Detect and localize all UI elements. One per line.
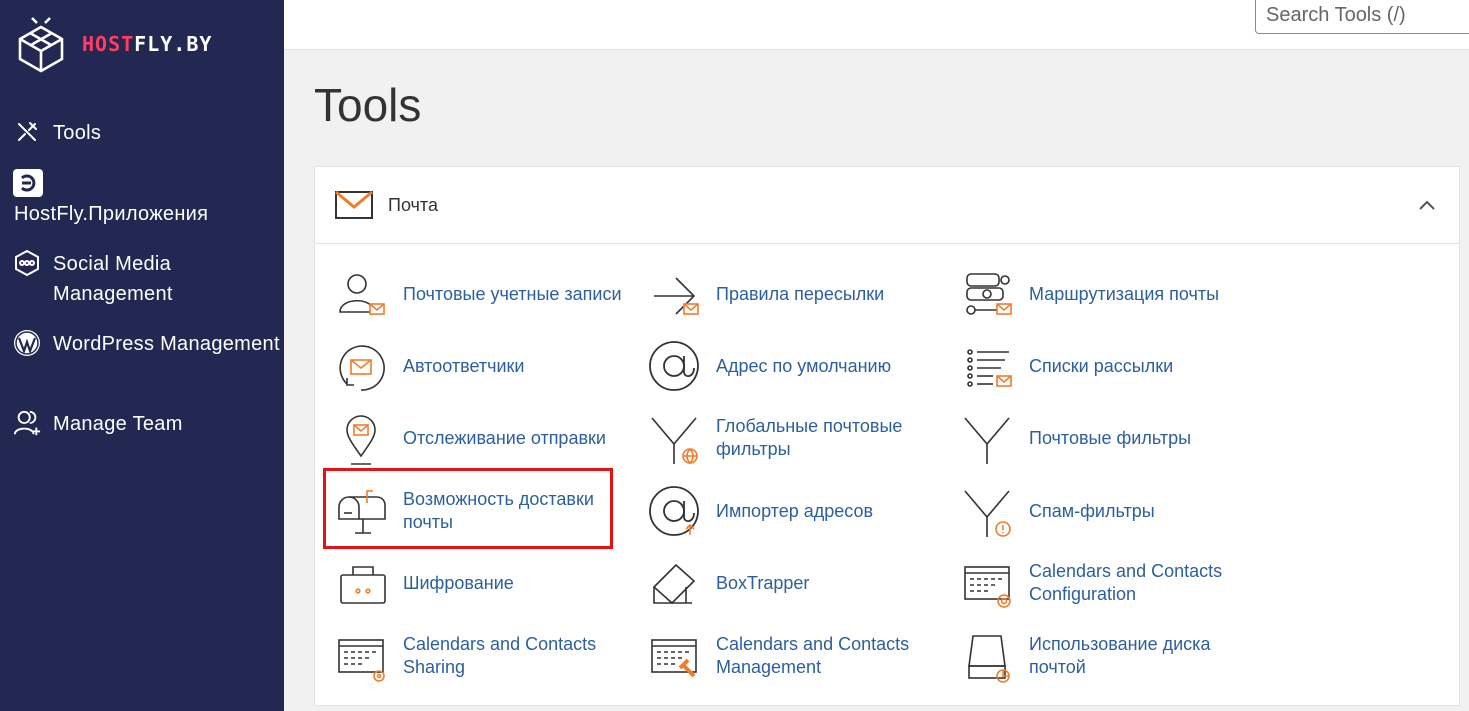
team-icon <box>13 409 41 437</box>
tool-label: Автоответчики <box>403 355 525 376</box>
boxtrapper-icon <box>644 553 704 613</box>
tool-label: Импортер адресов <box>716 500 874 521</box>
sidebar-item-tools[interactable]: Tools <box>0 118 284 148</box>
tool-label: Спам-фильтры <box>1029 500 1155 521</box>
calendar-sharing-icon <box>331 626 391 686</box>
sidebar-item-label: Tools <box>53 122 102 144</box>
tool-global-filters[interactable]: Глобальные почтовые фильтры <box>644 408 936 468</box>
tool-label: Адрес по умолчанию <box>716 355 892 376</box>
forwarders-icon <box>644 264 704 324</box>
logo-cube-icon <box>18 17 64 73</box>
social-icon <box>13 249 41 277</box>
email-deliverability-icon <box>331 481 391 541</box>
search-input[interactable] <box>1255 0 1469 34</box>
tool-label: Правила пересылки <box>716 283 885 304</box>
tools-icon <box>13 118 41 146</box>
tool-label: Списки рассылки <box>1029 355 1174 376</box>
tool-label: Calendars and Contacts Configuration <box>1029 561 1223 604</box>
tool-label: BoxTrapper <box>716 572 810 593</box>
tool-calendar-config[interactable]: Calendars and Contacts Configuration <box>957 553 1249 613</box>
email-filters-icon <box>957 408 1017 468</box>
email-accounts-icon <box>331 264 391 324</box>
sidebar: HOSTFLY.BY Tools HostFly.Приложения Soci… <box>0 0 284 711</box>
tool-label: Глобальные почтовые фильтры <box>716 416 903 459</box>
sidebar-item-wordpress[interactable]: WordPress Management <box>0 329 284 359</box>
tool-track-delivery[interactable]: Отслеживание отправки <box>331 408 623 468</box>
wordpress-icon <box>13 329 41 357</box>
tool-address-importer[interactable]: Импортер адресов <box>644 481 936 541</box>
tool-label: Calendars and Contacts Sharing <box>403 634 597 677</box>
tool-forwarders[interactable]: Правила пересылки <box>644 264 936 324</box>
address-importer-icon <box>644 481 704 541</box>
envelope-icon <box>335 190 373 219</box>
autoresponders-icon <box>331 336 391 396</box>
sidebar-item-apps[interactable]: HostFly.Приложения <box>14 199 208 229</box>
brand-logo[interactable]: HOSTFLY.BY <box>12 14 274 74</box>
section-header[interactable]: Почта <box>315 167 1459 244</box>
global-filters-icon <box>644 408 704 468</box>
tool-mailing-lists[interactable]: Списки рассылки <box>957 336 1249 396</box>
tool-label: Почтовые фильтры <box>1029 427 1192 448</box>
calendar-management-icon <box>644 626 704 686</box>
default-address-icon <box>644 336 704 396</box>
tool-email-deliverability[interactable]: Возможность доставки почты <box>331 481 623 541</box>
tool-disk-usage[interactable]: Использование диска почтой <box>957 626 1249 686</box>
top-bar <box>284 0 1469 50</box>
tool-email-routing[interactable]: Маршрутизация почты <box>957 264 1249 324</box>
tool-label: Возможность доставки почты <box>403 489 594 532</box>
brand-name: HOSTFLY.BY <box>82 32 213 56</box>
tool-autoresponders[interactable]: Автоответчики <box>331 336 623 396</box>
spam-filters-icon <box>957 481 1017 541</box>
tool-label: Calendars and Contacts Management <box>716 634 910 677</box>
tool-label: Использование диска почтой <box>1029 634 1211 677</box>
tool-spam-filters[interactable]: Спам-фильтры <box>957 481 1249 541</box>
tool-label: Маршрутизация почты <box>1029 283 1220 304</box>
sidebar-item-manage-team[interactable]: Manage Team <box>0 409 284 439</box>
tool-default-address[interactable]: Адрес по умолчанию <box>644 336 936 396</box>
tool-encryption[interactable]: Шифрование <box>331 553 623 613</box>
mailing-lists-icon <box>957 336 1017 396</box>
tool-email-accounts[interactable]: Почтовые учетные записи <box>331 264 623 324</box>
tool-calendar-management[interactable]: Calendars and Contacts Management <box>644 626 936 686</box>
sidebar-item-label: Manage Team <box>53 413 183 435</box>
chevron-up-icon[interactable] <box>1417 195 1437 215</box>
tool-calendar-sharing[interactable]: Calendars and Contacts Sharing <box>331 626 623 686</box>
calendar-config-icon <box>957 553 1017 613</box>
page-title: Tools <box>314 79 422 131</box>
sidebar-item-label: Social Media Management <box>53 253 173 305</box>
tool-boxtrapper[interactable]: BoxTrapper <box>644 553 936 613</box>
sidebar-item-label: WordPress Management <box>53 333 280 355</box>
tool-label: Шифрование <box>403 572 514 593</box>
encryption-icon <box>331 553 391 613</box>
track-delivery-icon <box>331 408 391 468</box>
disk-usage-icon <box>957 626 1017 686</box>
tool-label: Отслеживание отправки <box>403 427 606 448</box>
email-routing-icon <box>957 264 1017 324</box>
sidebar-item-social-media[interactable]: Social Media Management <box>0 249 284 309</box>
tool-email-filters[interactable]: Почтовые фильтры <box>957 408 1249 468</box>
tool-label: Почтовые учетные записи <box>403 283 622 304</box>
apps-icon[interactable] <box>13 169 43 197</box>
section-title: Почта <box>388 194 438 215</box>
